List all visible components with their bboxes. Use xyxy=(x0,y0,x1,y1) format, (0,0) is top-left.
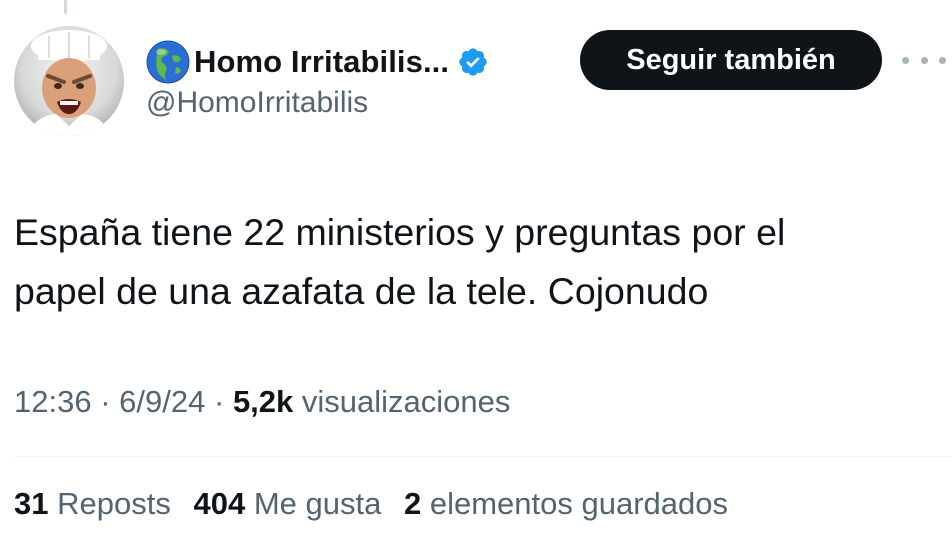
dot-icon xyxy=(920,56,928,64)
likes-label: Me gusta xyxy=(253,486,382,521)
separator: · xyxy=(100,384,111,419)
bookmarks-stat[interactable]: 2 elementos guardados xyxy=(404,486,728,521)
tweet-metadata: 12:36 · 6/9/24 · 5,2k visualizaciones xyxy=(14,384,510,420)
thread-connector-line xyxy=(64,0,67,14)
tweet-text-line: papel de una azafata de la tele. Cojonud… xyxy=(14,270,709,312)
tweet-text-line: España tiene 22 ministerios y preguntas … xyxy=(14,211,786,253)
likes-stat[interactable]: 404 Me gusta xyxy=(193,486,390,521)
author-display-name[interactable]: Homo Irritabilis... xyxy=(194,44,449,80)
bookmarks-label: elementos guardados xyxy=(429,486,728,521)
author-handle[interactable]: @HomoIrritabilis xyxy=(146,86,368,120)
divider xyxy=(14,456,952,457)
tweet-date[interactable]: 6/9/24 xyxy=(119,384,205,419)
tweet-time[interactable]: 12:36 xyxy=(14,384,92,419)
bookmarks-count: 2 xyxy=(403,486,422,521)
reposts-stat[interactable]: 31 Reposts xyxy=(14,486,179,521)
views-count: 5,2k xyxy=(232,384,294,419)
angry-chef-avatar-icon xyxy=(28,30,110,136)
author-name-row[interactable]: Homo Irritabilis... xyxy=(146,38,489,86)
dot-icon xyxy=(902,56,909,64)
more-options-icon[interactable] xyxy=(902,46,946,74)
separator: · xyxy=(213,384,225,419)
avatar[interactable] xyxy=(14,26,124,136)
tweet-stats: 31 Reposts 404 Me gusta 2 elementos guar… xyxy=(14,486,742,522)
likes-count: 404 xyxy=(193,486,246,521)
reposts-count: 31 xyxy=(14,486,49,521)
reposts-label: Reposts xyxy=(57,486,171,521)
globe-americas-icon xyxy=(146,40,190,84)
follow-button[interactable]: Seguir también xyxy=(580,30,882,90)
verified-badge-icon xyxy=(459,48,487,76)
tweet-text: España tiene 22 ministerios y preguntas … xyxy=(14,203,934,321)
views-label: visualizaciones xyxy=(301,384,511,419)
dot-icon xyxy=(939,56,946,64)
